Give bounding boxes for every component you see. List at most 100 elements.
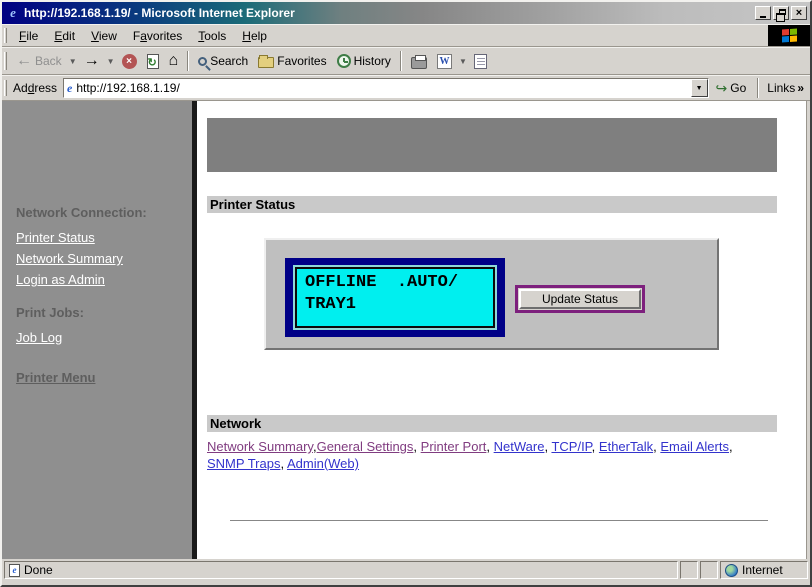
toolbar: ← Back ▼ → ▼ × ↻ ⌂ Search Favorites Hist… bbox=[2, 47, 810, 75]
lcd-line2: TRAY1 bbox=[305, 295, 356, 314]
security-zone-pane: Internet bbox=[720, 561, 808, 579]
back-icon: ← bbox=[16, 53, 32, 69]
sidebar-link[interactable]: Printer Status bbox=[16, 230, 95, 245]
favorites-button[interactable]: Favorites bbox=[253, 52, 331, 70]
address-dropdown-button[interactable]: ▼ bbox=[691, 79, 708, 97]
history-icon bbox=[337, 54, 351, 68]
network-link[interactable]: TCP/IP bbox=[551, 439, 591, 454]
network-link[interactable]: Admin(Web) bbox=[287, 456, 359, 471]
links-band[interactable]: Links » bbox=[763, 81, 810, 95]
sidebar-network-links: Printer Status Network Summary Login as Ad… bbox=[16, 227, 184, 290]
restore-icon bbox=[779, 9, 786, 15]
links-label: Links bbox=[767, 81, 795, 95]
network-link[interactable]: Printer Port bbox=[421, 439, 487, 454]
network-link[interactable]: EtherTalk bbox=[599, 439, 653, 454]
go-label: Go bbox=[730, 81, 746, 95]
network-link[interactable]: SNMP Traps bbox=[207, 456, 280, 471]
network-links: Network Summary,General Settings, Printe… bbox=[207, 438, 773, 472]
browser-window: e http://192.168.1.19/ - Microsoft Inter… bbox=[0, 0, 812, 587]
edit-dropdown-icon[interactable]: ▼ bbox=[457, 57, 469, 66]
go-button[interactable]: ↪ Go bbox=[709, 80, 754, 97]
ie-logo-icon: e bbox=[5, 5, 21, 21]
word-icon: W bbox=[437, 54, 452, 69]
address-separator bbox=[757, 78, 759, 98]
lcd-screen: OFFLINE .AUTO/TRAY1 bbox=[295, 267, 495, 328]
sidebar-printjob-links: Job Log bbox=[16, 327, 184, 348]
menu-bar: File Edit View Favorites Tools Help bbox=[2, 24, 810, 47]
divider-rule bbox=[230, 520, 768, 522]
stop-button[interactable]: × bbox=[117, 52, 142, 71]
document-icon bbox=[474, 54, 487, 69]
toolbar-separator bbox=[187, 51, 189, 71]
sidebar-link[interactable]: Job Log bbox=[16, 330, 62, 345]
favorites-icon bbox=[258, 57, 274, 68]
menu-bar-grip[interactable] bbox=[4, 28, 7, 43]
page-favicon-icon: e bbox=[67, 81, 72, 96]
home-icon: ⌂ bbox=[169, 53, 179, 69]
links-chevron-icon: » bbox=[797, 81, 804, 95]
back-button[interactable]: ← Back bbox=[11, 51, 67, 71]
refresh-button[interactable]: ↻ bbox=[142, 52, 164, 71]
status-message: Done bbox=[24, 563, 53, 577]
sidebar-link[interactable]: Network Summary bbox=[16, 251, 123, 266]
close-button[interactable]: × bbox=[791, 6, 807, 20]
forward-icon: → bbox=[84, 53, 100, 69]
main-content: Printer Status OFFLINE .AUTO/TRAY1 Updat… bbox=[197, 101, 807, 559]
search-label: Search bbox=[210, 54, 248, 68]
internet-zone-icon bbox=[725, 564, 738, 577]
page-banner bbox=[207, 118, 777, 172]
restore-button[interactable] bbox=[773, 6, 789, 20]
address-field: e ▼ bbox=[63, 78, 709, 98]
sidebar-link-printer-menu[interactable]: Printer Menu bbox=[16, 370, 95, 385]
back-dropdown-icon[interactable]: ▼ bbox=[67, 57, 79, 66]
minimize-icon bbox=[760, 16, 766, 18]
favorites-label: Favorites bbox=[277, 54, 326, 68]
status-message-pane: e Done bbox=[4, 561, 678, 579]
menu-edit[interactable]: Edit bbox=[46, 27, 83, 45]
menu-tools[interactable]: Tools bbox=[190, 27, 234, 45]
menu-view[interactable]: View bbox=[83, 27, 125, 45]
update-status-button-frame: Update Status bbox=[515, 285, 645, 313]
printer-status-heading: Printer Status bbox=[207, 196, 777, 213]
lcd-line1: OFFLINE .AUTO/ bbox=[305, 273, 458, 292]
sidebar-link[interactable]: Login as Admin bbox=[16, 272, 105, 287]
print-icon bbox=[411, 57, 427, 69]
network-link[interactable]: NetWare bbox=[494, 439, 545, 454]
address-bar-grip[interactable] bbox=[4, 80, 7, 97]
address-input[interactable] bbox=[76, 80, 690, 96]
edit-with-word-button[interactable]: W bbox=[432, 52, 457, 71]
address-bar: Address e ▼ ↪ Go Links » bbox=[2, 75, 810, 101]
forward-dropdown-icon[interactable]: ▼ bbox=[105, 57, 117, 66]
minimize-button[interactable] bbox=[755, 6, 771, 20]
search-icon bbox=[198, 57, 207, 66]
history-label: History bbox=[354, 54, 391, 68]
edit-button[interactable] bbox=[469, 52, 492, 71]
windows-flag-icon bbox=[782, 28, 797, 42]
home-button[interactable]: ⌂ bbox=[164, 51, 184, 71]
menu-help[interactable]: Help bbox=[234, 27, 275, 45]
page-status-icon: e bbox=[9, 564, 20, 577]
print-button[interactable] bbox=[406, 52, 432, 71]
network-link[interactable]: Network Summary bbox=[207, 439, 313, 454]
update-status-button[interactable]: Update Status bbox=[519, 289, 641, 309]
go-icon: ↪ bbox=[716, 80, 728, 97]
status-bar: e Done Internet bbox=[2, 559, 810, 581]
windows-logo-throbber bbox=[768, 25, 810, 46]
toolbar-grip[interactable] bbox=[4, 52, 7, 70]
network-heading: Network bbox=[207, 415, 777, 432]
stop-icon: × bbox=[122, 54, 137, 69]
network-link[interactable]: Email Alerts bbox=[660, 439, 729, 454]
printer-status-panel: OFFLINE .AUTO/TRAY1 Update Status bbox=[264, 238, 719, 350]
browser-viewport: Network Connection: Printer Status Networ… bbox=[2, 101, 810, 559]
menu-file[interactable]: File bbox=[11, 27, 46, 45]
zone-label: Internet bbox=[742, 563, 783, 577]
printer-lcd-display: OFFLINE .AUTO/TRAY1 bbox=[285, 258, 505, 337]
network-link[interactable]: General Settings bbox=[317, 439, 414, 454]
search-button[interactable]: Search bbox=[193, 52, 253, 70]
forward-button[interactable]: → bbox=[79, 51, 105, 71]
menu-favorites[interactable]: Favorites bbox=[125, 27, 190, 45]
sidebar-heading-network-connection: Network Connection: bbox=[16, 205, 184, 220]
sidebar-nav: Network Connection: Printer Status Networ… bbox=[2, 101, 192, 559]
history-button[interactable]: History bbox=[332, 52, 396, 70]
window-title: http://192.168.1.19/ - Microsoft Interne… bbox=[24, 6, 755, 20]
